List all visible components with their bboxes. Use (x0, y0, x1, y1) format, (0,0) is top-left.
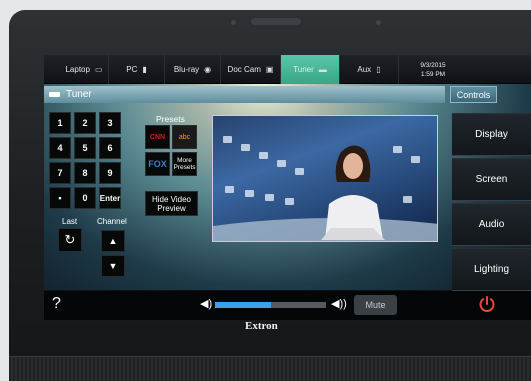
sensor-dot (231, 20, 236, 25)
presets-label: Presets (156, 114, 185, 124)
last-label: Last (62, 217, 78, 226)
volume-slider[interactable] (215, 302, 326, 308)
key-4[interactable]: 4 (49, 137, 71, 159)
control-side-panel: Display Screen Audio Lighting (452, 113, 531, 292)
key-enter[interactable]: Enter (99, 187, 121, 209)
disc-icon: ◉ (204, 65, 212, 74)
key-1[interactable]: 1 (49, 112, 71, 134)
bottom-bar: ? ◀) ◀)) Mute (44, 291, 531, 320)
aux-device-icon: ▯ (376, 65, 381, 74)
key-3[interactable]: 3 (99, 112, 121, 134)
mute-button[interactable]: Mute (354, 295, 397, 315)
source-label: Aux (357, 65, 372, 74)
volume-up-icon[interactable]: ◀)) (331, 297, 347, 310)
help-button[interactable]: ? (52, 295, 61, 313)
page-title: Tuner (66, 89, 92, 100)
source-tuner[interactable]: Tuner ▬ (281, 55, 340, 84)
source-aux[interactable]: Aux ▯ (340, 55, 399, 84)
tuner-icon: ▬ (318, 65, 327, 74)
cnn-logo: CNN (149, 133, 166, 141)
source-label: Laptop (65, 65, 90, 74)
screen-button[interactable]: Screen (452, 158, 531, 201)
time-text: 1:59 PM (420, 70, 446, 78)
key-6[interactable]: 6 (99, 137, 121, 159)
speaker-grille (9, 356, 531, 381)
source-pc[interactable]: PC ▮ (109, 55, 165, 84)
preset-abc[interactable]: abc (172, 125, 197, 149)
camera-dot (376, 20, 381, 25)
audio-button[interactable]: Audio (452, 203, 531, 246)
title-bar: Tuner (44, 86, 445, 103)
key-9[interactable]: 9 (99, 162, 121, 184)
triangle-up-icon: ▲ (108, 236, 118, 246)
pc-tower-icon: ▮ (142, 65, 147, 74)
key-2[interactable]: 2 (74, 112, 96, 134)
video-preview (212, 115, 438, 242)
abc-logo: abc (178, 133, 191, 141)
key-8[interactable]: 8 (74, 162, 96, 184)
source-label: Doc Cam (227, 65, 261, 74)
tab-controls[interactable]: Controls (450, 86, 497, 103)
key-dot[interactable]: • (49, 187, 71, 209)
channel-down-button[interactable]: ▼ (101, 255, 125, 277)
source-bluray[interactable]: Blu-ray ◉ (165, 55, 221, 84)
power-icon[interactable] (477, 294, 497, 314)
refresh-icon: ↻ (64, 232, 76, 247)
key-5[interactable]: 5 (74, 137, 96, 159)
brand-logo: Extron (245, 320, 278, 332)
speaker-slot (251, 18, 301, 25)
news-anchor-image (213, 145, 437, 241)
lighting-button[interactable]: Lighting (452, 248, 531, 291)
triangle-down-icon: ▼ (108, 261, 118, 271)
date-text: 9/3/2015 (420, 61, 446, 69)
fox-logo: FOX (148, 158, 167, 169)
channel-label: Channel (97, 217, 127, 226)
key-7[interactable]: 7 (49, 162, 71, 184)
volume-down-icon[interactable]: ◀) (200, 297, 212, 310)
laptop-icon: ▭ (94, 65, 103, 74)
source-doc-cam[interactable]: Doc Cam ▣ (221, 55, 281, 84)
volume-level-fill (215, 302, 271, 308)
display-button[interactable]: Display (452, 113, 531, 156)
key-0[interactable]: 0 (74, 187, 96, 209)
touch-screen: Laptop ▭ PC ▮ Blu-ray ◉ Doc Cam ▣ Tuner ▬ Aux… (44, 55, 531, 320)
document-camera-icon: ▣ (265, 65, 274, 74)
more-presets-button[interactable]: More Presets (172, 152, 197, 176)
hide-video-preview-button[interactable]: Hide Video Preview (145, 191, 198, 216)
source-label: Blu-ray (173, 65, 200, 74)
main-content: Tuner Controls 1 2 3 4 5 6 7 8 9 • 0 Ent… (44, 84, 531, 292)
tuner-icon (49, 92, 60, 97)
date-time: 9/3/2015 1:59 PM (399, 55, 467, 84)
source-laptop[interactable]: Laptop ▭ (44, 55, 109, 84)
source-label: Tuner (293, 65, 314, 74)
preset-fox[interactable]: FOX (145, 152, 170, 176)
preset-cnn[interactable]: CNN (145, 125, 170, 149)
source-label: PC (126, 65, 138, 74)
more-presets-label: More Presets (173, 157, 196, 171)
source-bar: Laptop ▭ PC ▮ Blu-ray ◉ Doc Cam ▣ Tuner ▬ Aux… (44, 55, 531, 84)
channel-up-button[interactable]: ▲ (101, 230, 125, 252)
last-channel-button[interactable]: ↻ (58, 228, 82, 252)
